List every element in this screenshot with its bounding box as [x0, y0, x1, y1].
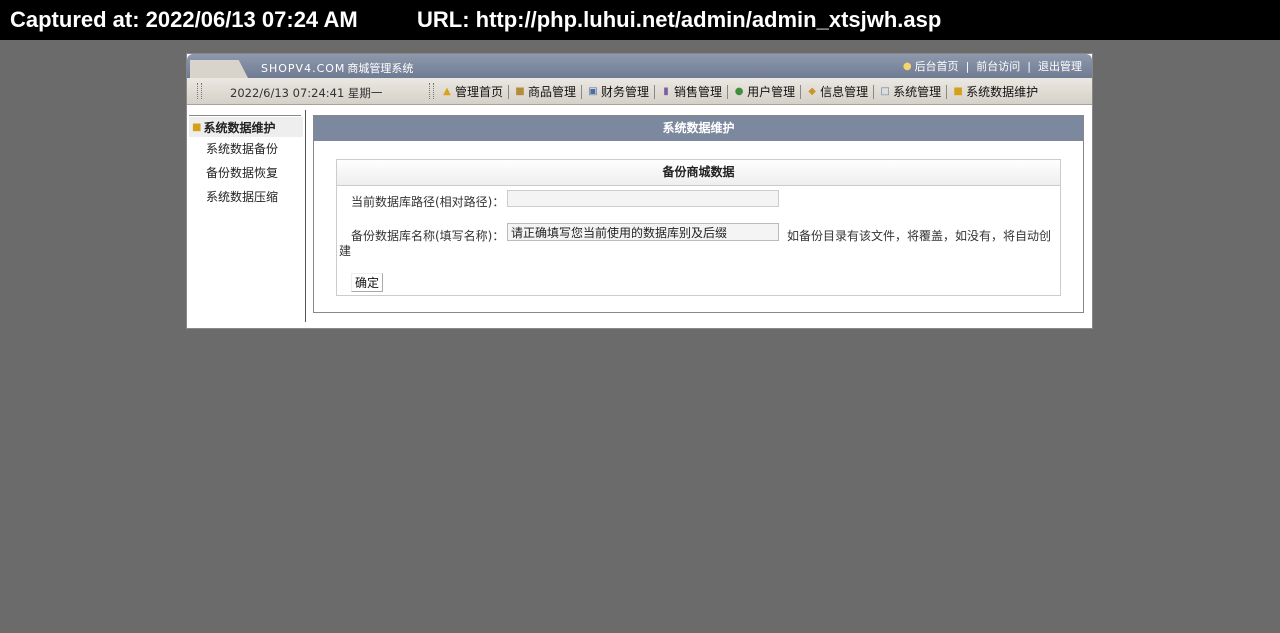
datetime: 2022/6/13 07:24:41 星期一	[230, 86, 383, 100]
menu-divider	[946, 84, 948, 99]
menu-label: 系统管理	[893, 85, 942, 99]
sidebar-item-restore[interactable]: 备份数据恢复	[189, 161, 303, 185]
header-tab-decoration	[190, 60, 248, 78]
chart-icon: ▮	[663, 86, 669, 97]
brand-sub: 商城管理系统	[347, 62, 414, 75]
path-label: 当前数据库路径(相对路径)：	[351, 195, 505, 209]
menu-label: 管理首页	[455, 85, 504, 99]
grip-handle	[197, 83, 202, 99]
menu-item-system[interactable]: □ 系统管理	[879, 83, 941, 100]
menu-divider	[508, 84, 510, 99]
submit-button[interactable]: 确定	[351, 273, 384, 292]
menu-item-home[interactable]: ▲ 管理首页	[441, 83, 503, 100]
key-icon: ●	[902, 60, 912, 72]
user-icon: ●	[734, 86, 744, 97]
top-links: ● 后台首页 | 前台访问 | 退出管理	[903, 58, 1082, 74]
admin-frame: SHOPV4.COM 商城管理系统 ● 后台首页 | 前台访问 | 退出管理 20…	[186, 53, 1093, 329]
main-menu: ▲ 管理首页 ■ 商品管理 ▣ 财务管理 ▮ 销售管理 ● 用户管理 ◆ 信息管…	[441, 83, 1038, 100]
menu-item-info[interactable]: ◆ 信息管理	[806, 83, 868, 100]
menu-label: 系统数据维护	[966, 85, 1039, 99]
brand: SHOPV4.COM 商城管理系统	[261, 60, 413, 76]
menu-divider	[581, 84, 583, 99]
link-separator: |	[965, 59, 970, 73]
sidebar-divider	[305, 110, 306, 322]
link-admin-home[interactable]: 后台首页	[915, 58, 959, 74]
trophy-icon: ▲	[443, 86, 451, 97]
menu-item-products[interactable]: ■ 商品管理	[514, 83, 576, 100]
hint-text-continued: 建	[339, 244, 352, 258]
message-icon: ◆	[808, 86, 816, 97]
section-title: 备份商城数据	[337, 160, 1060, 186]
sidebar-rule	[189, 115, 301, 116]
main-panel: 系统数据维护 备份商城数据 当前数据库路径(相对路径)： 备份数据库名称(填写名…	[313, 115, 1084, 313]
sidebar-item-compress[interactable]: 系统数据压缩	[189, 185, 303, 209]
lock-icon: ■	[192, 121, 202, 133]
sidebar-item-backup[interactable]: 系统数据备份	[189, 137, 303, 161]
name-label: 备份数据库名称(填写名称)：	[351, 229, 505, 243]
header-top: SHOPV4.COM 商城管理系统 ● 后台首页 | 前台访问 | 退出管理	[187, 54, 1092, 78]
menu-label: 信息管理	[820, 85, 869, 99]
lock-icon: ■	[953, 86, 963, 97]
menu-item-data-maintenance[interactable]: ■ 系统数据维护	[952, 83, 1038, 100]
box-icon: ■	[515, 86, 525, 97]
backup-form: 备份商城数据 当前数据库路径(相对路径)： 备份数据库名称(填写名称)： 如备份…	[336, 159, 1061, 296]
hint-text: 如备份目录有该文件，将覆盖，如没有，将自动创	[787, 229, 1052, 243]
link-frontend[interactable]: 前台访问	[976, 58, 1020, 74]
menu-item-sales[interactable]: ▮ 销售管理	[660, 83, 722, 100]
panel-title: 系统数据维护	[314, 116, 1083, 141]
path-field	[507, 190, 779, 207]
link-logout[interactable]: 退出管理	[1038, 58, 1082, 74]
menu-divider	[654, 84, 656, 99]
menu-label: 商品管理	[528, 85, 577, 99]
menu-label: 用户管理	[747, 85, 796, 99]
link-separator: |	[1027, 59, 1031, 73]
menu-item-finance[interactable]: ▣ 财务管理	[587, 83, 649, 100]
monitor-icon: ▣	[588, 86, 598, 97]
backup-name-input[interactable]	[507, 223, 779, 241]
sidebar-title-label: 系统数据维护	[203, 120, 276, 135]
capture-bar: Captured at: 2022/06/13 07:24 AM URL: ht…	[0, 0, 1280, 40]
capture-url: URL: http://php.luhui.net/admin/admin_xt…	[417, 7, 942, 32]
menu-divider	[873, 84, 875, 99]
menu-divider	[800, 84, 802, 99]
clipboard-icon: □	[880, 86, 890, 97]
menu-item-users[interactable]: ● 用户管理	[733, 83, 795, 100]
menu-divider	[727, 84, 729, 99]
grip-handle	[429, 83, 434, 99]
menu-label: 销售管理	[674, 85, 723, 99]
capture-time: Captured at: 2022/06/13 07:24 AM	[10, 7, 358, 32]
sidebar-title: ■ 系统数据维护	[189, 117, 303, 137]
brand-name: SHOPV4.COM	[261, 62, 346, 75]
sidebar: ■ 系统数据维护 系统数据备份 备份数据恢复 系统数据压缩	[189, 115, 303, 209]
menu-label: 财务管理	[601, 85, 650, 99]
header-bar: 2022/6/13 07:24:41 星期一 ▲ 管理首页 ■ 商品管理 ▣ 财…	[187, 78, 1092, 105]
